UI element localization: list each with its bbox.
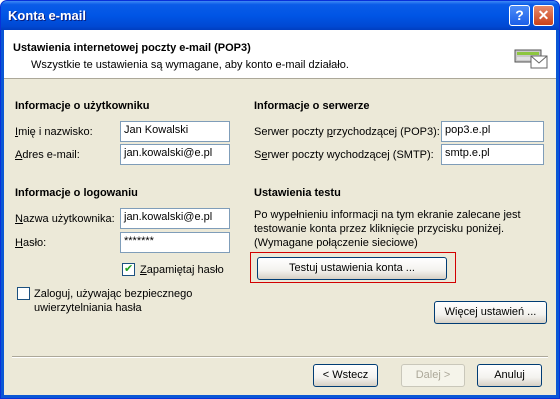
footer-divider (12, 356, 548, 358)
title-bar[interactable]: Konta e-mail ? ✕ (1, 1, 559, 30)
cancel-button[interactable]: Anuluj (477, 364, 542, 387)
outgoing-server-field[interactable]: smtp.e.pl (441, 144, 544, 165)
outgoing-server-label: Serwer poczty wychodzącej (SMTP): (254, 149, 434, 161)
test-settings-heading: Ustawienia testu (254, 187, 341, 199)
username-label: Nazwa użytkownika: (15, 213, 115, 225)
header-panel: Ustawienia internetowej poczty e-mail (P… (4, 30, 556, 79)
email-field[interactable]: jan.kowalski@e.pl (120, 144, 230, 165)
mail-server-icon (514, 49, 548, 69)
remember-password-checkbox[interactable] (122, 262, 135, 276)
close-button[interactable]: ✕ (533, 5, 554, 26)
user-info-heading: Informacje o użytkowniku (15, 100, 150, 112)
header-title: Ustawienia internetowej poczty e-mail (P… (13, 42, 251, 54)
email-label: Adres e-mail: (15, 149, 80, 161)
more-settings-button[interactable]: Więcej ustawień ... (434, 301, 547, 324)
server-info-heading: Informacje o serwerze (254, 100, 370, 112)
test-description: Po wypełnieniu informacji na tym ekranie… (254, 209, 521, 249)
help-button[interactable]: ? (509, 5, 530, 26)
password-label: Hasło: (15, 237, 47, 249)
logon-info-heading: Informacje o logowaniu (15, 187, 138, 199)
remember-password-label[interactable]: Zapamiętaj hasło (140, 264, 224, 276)
dialog-window: Konta e-mail ? ✕ Ustawienia internetowej… (0, 0, 560, 399)
incoming-server-field[interactable]: pop3.e.pl (441, 121, 544, 142)
incoming-server-label: Serwer poczty przychodzącej (POP3): (254, 126, 440, 138)
name-label: Imię i nazwisko: (15, 126, 93, 138)
spa-checkbox[interactable] (17, 287, 30, 300)
test-account-settings-button[interactable]: Testuj ustawienia konta ... (257, 257, 447, 280)
next-button[interactable]: Dalej > (401, 364, 465, 387)
header-subtitle: Wszystkie te ustawienia są wymagane, aby… (31, 59, 349, 71)
dialog-body: Ustawienia internetowej poczty e-mail (P… (4, 30, 556, 395)
back-button[interactable]: < Wstecz (313, 364, 378, 387)
username-field[interactable]: jan.kowalski@e.pl (120, 208, 230, 229)
spa-label[interactable]: Zaloguj, używając bezpiecznego uwierzyte… (34, 287, 192, 315)
name-field[interactable]: Jan Kowalski (120, 121, 230, 142)
password-field[interactable]: ******* (120, 232, 230, 253)
window-title: Konta e-mail (8, 8, 87, 23)
